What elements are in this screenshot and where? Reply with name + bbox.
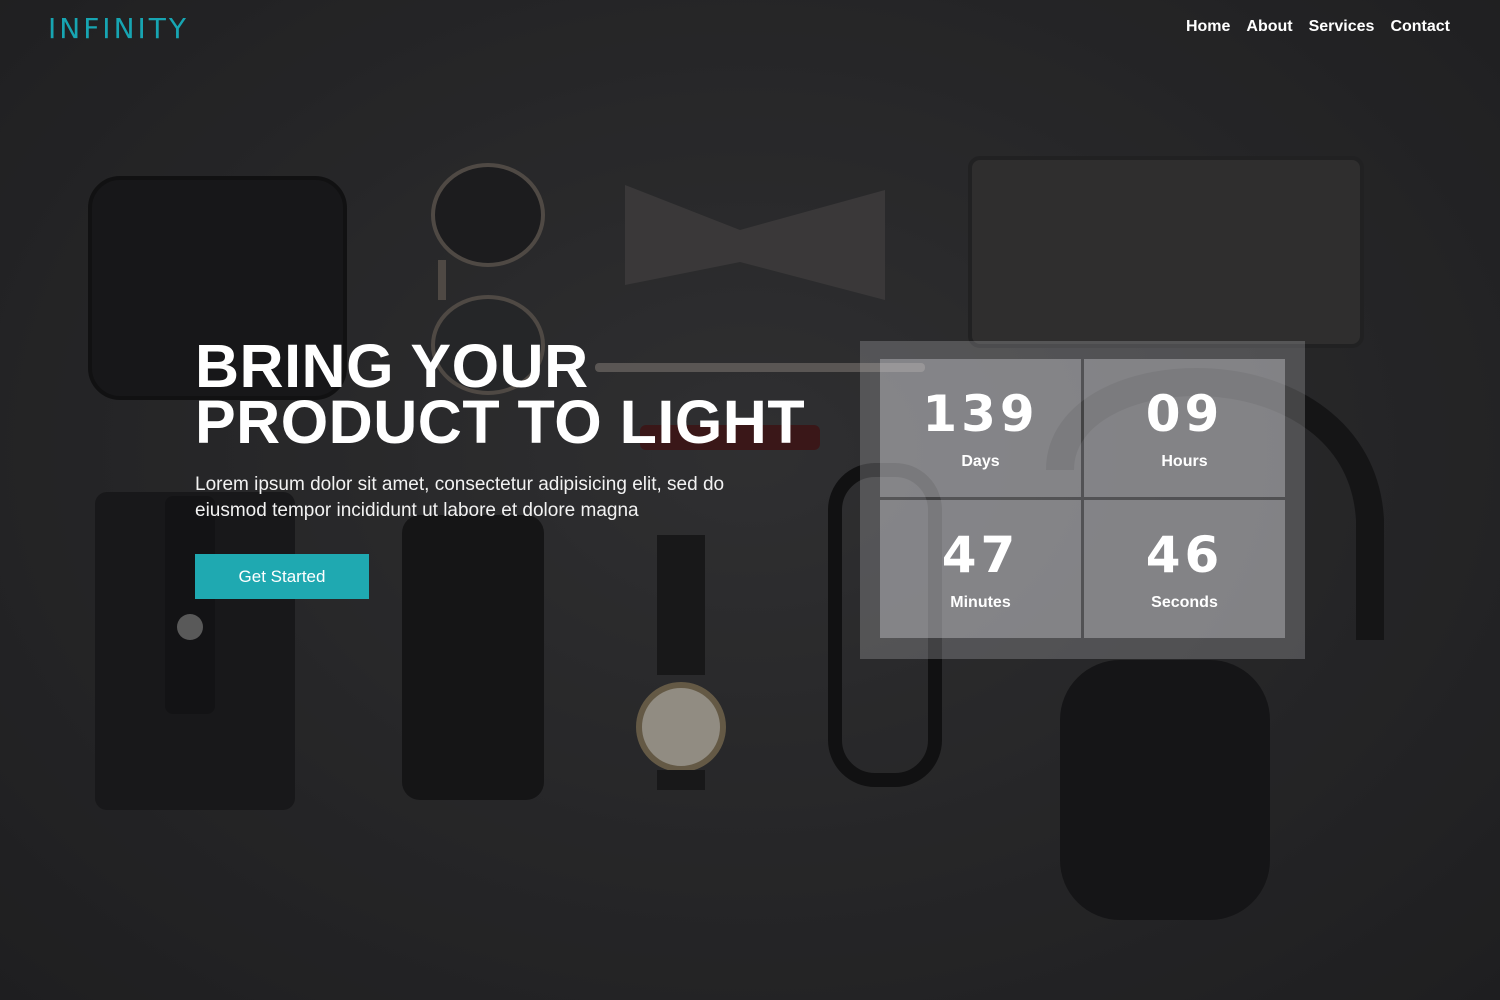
hero-title: BRING YOUR PRODUCT TO LIGHT <box>195 336 815 453</box>
days-label: Days <box>961 453 1000 470</box>
countdown-hours: 09 Hours <box>1084 359 1285 497</box>
nav-about-link[interactable]: About <box>1246 18 1292 36</box>
seconds-label: Seconds <box>1151 594 1218 611</box>
countdown-days: 139 Days <box>880 359 1081 497</box>
hero-section: BRING YOUR PRODUCT TO LIGHT Lorem ipsum … <box>195 336 815 599</box>
hero-title-line2: PRODUCT TO LIGHT <box>195 388 806 456</box>
minutes-label: Minutes <box>950 594 1011 611</box>
countdown-panel: 139 Days 09 Hours 47 Minutes 46 Seconds <box>860 341 1305 659</box>
hours-value: 09 <box>1145 385 1224 443</box>
minutes-value: 47 <box>941 526 1020 584</box>
get-started-button[interactable]: Get Started <box>195 554 369 599</box>
nav-home-link[interactable]: Home <box>1186 18 1230 36</box>
seconds-value: 46 <box>1145 526 1224 584</box>
countdown-minutes: 47 Minutes <box>880 500 1081 638</box>
hero-description: Lorem ipsum dolor sit amet, consectetur … <box>195 474 725 521</box>
nav-contact-link[interactable]: Contact <box>1390 18 1450 36</box>
nav-services-link[interactable]: Services <box>1309 18 1375 36</box>
hours-label: Hours <box>1161 453 1208 470</box>
countdown-seconds: 46 Seconds <box>1084 500 1285 638</box>
main-nav: Home About Services Contact <box>1186 18 1450 36</box>
days-value: 139 <box>922 385 1039 443</box>
brand-logo[interactable]: INFINITY <box>48 12 189 45</box>
